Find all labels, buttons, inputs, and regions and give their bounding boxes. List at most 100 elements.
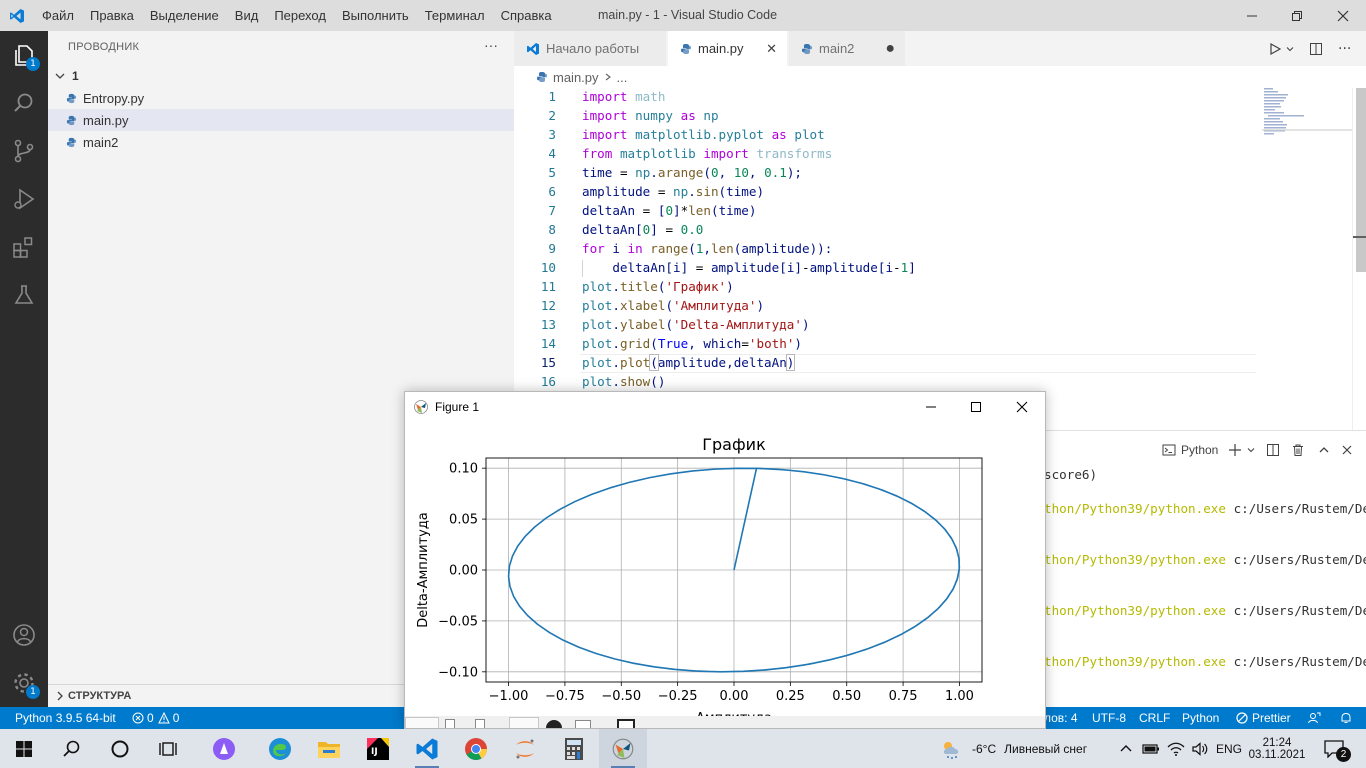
start-button[interactable]: [0, 729, 48, 768]
close-window-button[interactable]: [1320, 0, 1366, 31]
testing-button[interactable]: [0, 271, 48, 319]
maximize-panel-button[interactable]: [1318, 441, 1330, 459]
encoding[interactable]: UTF-8: [1092, 707, 1126, 729]
toolbar-pan-button[interactable]: [509, 717, 539, 728]
explorer-button[interactable]: 1: [0, 31, 48, 79]
unsaved-dot-icon[interactable]: ●: [885, 40, 895, 58]
menu-help[interactable]: Справка: [493, 8, 560, 23]
accounts-button[interactable]: [0, 611, 48, 659]
file-entropy[interactable]: Entropy.py: [48, 87, 514, 109]
code-line: from matplotlib import transforms: [582, 146, 833, 161]
taskbar-python-figure[interactable]: [599, 729, 647, 768]
scrollbar-thumb[interactable]: [1356, 88, 1366, 272]
editor-scrollbar[interactable]: [1352, 88, 1366, 430]
vscode-tab-icon: [527, 42, 539, 55]
language-mode[interactable]: Python: [1182, 707, 1219, 729]
extensions-button[interactable]: [0, 223, 48, 271]
run-file-button[interactable]: [1268, 31, 1295, 66]
chart-canvas[interactable]: −1.00 −0.75 −0.50 −0.25 0.00 0.25 0.50 0.75 1.00…: [405, 422, 1045, 716]
new-terminal-button[interactable]: [1228, 441, 1256, 459]
volume-indicator[interactable]: [1191, 729, 1209, 768]
figure-close-button[interactable]: [999, 392, 1045, 422]
alice-assistant-icon: [213, 737, 235, 760]
taskbar-jupyter[interactable]: [501, 729, 549, 768]
taskbar-chrome[interactable]: [452, 729, 500, 768]
toolbar-back-button[interactable]: [445, 719, 455, 728]
toolbar-forward-button[interactable]: [475, 719, 485, 728]
breadcrumb-file[interactable]: main.py: [553, 70, 599, 85]
split-terminal-button[interactable]: [1266, 441, 1280, 459]
split-editor-button[interactable]: [1309, 31, 1323, 66]
toolbar-save-button[interactable]: [617, 719, 635, 728]
taskbar-search-button[interactable]: [48, 729, 96, 768]
restore-button[interactable]: [1274, 0, 1320, 31]
file-main2[interactable]: main2: [48, 131, 514, 153]
close-tab-icon[interactable]: ✕: [766, 41, 777, 57]
minimize-icon: [926, 406, 936, 408]
more-actions-icon[interactable]: ···: [484, 37, 498, 53]
notification-center-button[interactable]: 2: [1324, 729, 1351, 768]
code-line: time = np.arange(0, 10, 0.1);: [582, 165, 803, 180]
taskbar-jetbrains[interactable]: IJ: [354, 729, 402, 768]
python-interpreter[interactable]: Python 3.9.5 64-bit: [15, 707, 116, 729]
menu-terminal[interactable]: Терминал: [417, 8, 493, 23]
taskbar-file-explorer[interactable]: [305, 729, 353, 768]
weather-widget[interactable]: -6°C Ливневый снег: [940, 729, 1087, 768]
menu-selection[interactable]: Выделение: [142, 8, 227, 23]
editor-more-actions-icon[interactable]: ···: [1338, 31, 1351, 66]
terminal-shell-selector[interactable]: Python: [1162, 441, 1218, 459]
network-indicator[interactable]: [1167, 729, 1185, 768]
vscode-icon: [416, 738, 438, 759]
input-language[interactable]: ENG: [1216, 729, 1242, 768]
problems-indicator[interactable]: 0 0: [132, 707, 179, 729]
minimize-button[interactable]: [1229, 0, 1275, 31]
menu-go[interactable]: Переход: [266, 8, 334, 23]
tab-main-py[interactable]: main.py ✕: [668, 31, 788, 66]
menu-file[interactable]: Файл: [34, 8, 82, 23]
code-line: deltaAn[0] = 0.0: [582, 222, 704, 237]
figure-minimize-button[interactable]: [908, 392, 954, 422]
folder-row[interactable]: 1: [48, 65, 514, 87]
prettier-status[interactable]: Prettier: [1236, 707, 1291, 729]
notifications-button[interactable]: [1339, 707, 1353, 729]
toolbar-subplots-button[interactable]: [575, 720, 591, 728]
taskbar-vscode[interactable]: [403, 729, 451, 768]
cortana-button[interactable]: [96, 729, 144, 768]
clock[interactable]: 21:24 03.11.2021: [1249, 729, 1306, 768]
code-editor[interactable]: 1 2 3 4 5 6 7 8 9 10 11 12 13 14 15 16 i…: [514, 88, 1366, 430]
task-view-button[interactable]: [144, 729, 192, 768]
terminal-icon: [1162, 444, 1176, 456]
manage-button[interactable]: 1: [0, 659, 48, 707]
terminal-line: thon/Python39/python.exe c:/Users/Rustem…: [1044, 603, 1366, 618]
live-share-button[interactable]: [1307, 707, 1321, 729]
taskbar-edge[interactable]: [256, 729, 304, 768]
battery-indicator[interactable]: [1142, 729, 1160, 768]
file-main-py[interactable]: main.py: [48, 109, 514, 131]
tab-main2[interactable]: main2 ●: [789, 31, 906, 66]
show-hidden-icons-button[interactable]: [1119, 729, 1133, 768]
tab-welcome[interactable]: Начало работы: [514, 31, 667, 66]
menu-run[interactable]: Выполнить: [334, 8, 417, 23]
outline-label: СТРУКТУРА: [68, 690, 132, 702]
close-panel-button[interactable]: [1341, 441, 1353, 459]
editor-tabs: Начало работы main.py ✕ main2 ● ···: [514, 31, 1366, 66]
taskbar-alice[interactable]: [200, 729, 248, 768]
chevron-right-icon: [57, 691, 63, 701]
breadcrumb-rest[interactable]: ...: [617, 70, 628, 85]
search-button[interactable]: [0, 79, 48, 127]
run-debug-button[interactable]: [0, 175, 48, 223]
toolbar-home-button[interactable]: [405, 717, 439, 728]
minimap[interactable]: [1262, 88, 1352, 430]
toolbar-zoom-button[interactable]: [546, 720, 562, 728]
figure-maximize-button[interactable]: [953, 392, 999, 422]
matplotlib-figure-window[interactable]: Figure 1 −1.00 −0.75 −0.50 −0.25 0.00 0.25 0.5…: [404, 391, 1046, 729]
menu-view[interactable]: Вид: [227, 8, 267, 23]
python-file-icon: [681, 43, 691, 54]
kill-terminal-button[interactable]: [1291, 441, 1305, 459]
source-control-button[interactable]: [0, 127, 48, 175]
line-endings[interactable]: CRLF: [1139, 707, 1170, 729]
menu-edit[interactable]: Правка: [82, 8, 142, 23]
taskbar-calculator[interactable]: [550, 729, 598, 768]
indentation[interactable]: лов: 4: [1044, 707, 1078, 729]
line-number: 3: [548, 127, 556, 142]
